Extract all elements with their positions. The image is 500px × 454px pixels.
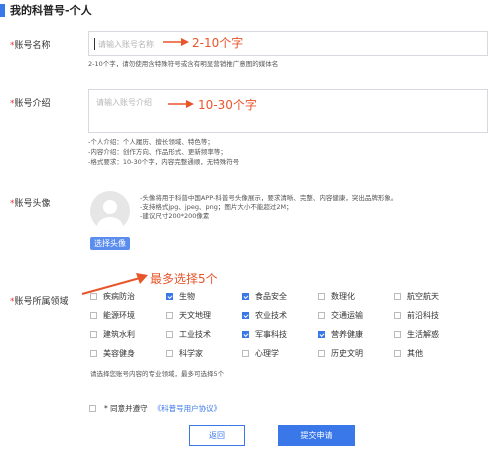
domain-option[interactable]: 交通运输 xyxy=(318,310,363,321)
domain-checkbox[interactable] xyxy=(242,331,249,338)
domain-option-label: 食品安全 xyxy=(255,292,287,301)
agreement-checkbox[interactable] xyxy=(89,405,96,412)
domain-option-label: 军事科技 xyxy=(255,330,287,339)
page-title: 我的科普号-个人 xyxy=(10,4,92,17)
agreement-row: * 同意并遵守 《科普号用户协议》 xyxy=(89,403,221,414)
domain-checkbox[interactable] xyxy=(90,293,97,300)
arrow-icon xyxy=(168,100,194,108)
domain-option-label: 数理化 xyxy=(331,292,355,301)
text-cursor xyxy=(94,38,95,50)
domain-option-label: 交通运输 xyxy=(331,311,363,320)
domain-hint: 请选择您账号内容的专业领域，最多可选择5个 xyxy=(90,370,225,378)
domain-checkbox[interactable] xyxy=(166,312,173,319)
domain-checkbox[interactable] xyxy=(242,293,249,300)
domain-option-label: 心理学 xyxy=(255,349,279,358)
user-agreement-link[interactable]: 《科普号用户协议》 xyxy=(154,403,222,414)
domain-option-label: 工业技术 xyxy=(179,330,211,339)
domain-option-label: 其他 xyxy=(407,349,423,358)
domain-option[interactable]: 前沿科技 xyxy=(394,310,439,321)
domain-option[interactable]: 农业技术 xyxy=(242,310,287,321)
domain-checkbox[interactable] xyxy=(90,350,97,357)
agreement-prefix: * 同意并遵守 xyxy=(104,404,148,413)
domain-checkbox[interactable] xyxy=(318,312,325,319)
domain-checkbox[interactable] xyxy=(242,350,249,357)
domain-option-label: 生活解惑 xyxy=(407,330,439,339)
avatar-label: *账号头像 xyxy=(10,199,51,209)
domain-label: *账号所属领域 xyxy=(10,297,69,307)
account-intro-label: *账号介绍 xyxy=(10,99,51,109)
domain-option-label: 航空航天 xyxy=(407,292,439,301)
domain-option[interactable]: 食品安全 xyxy=(242,291,287,302)
account-name-label: *账号名称 xyxy=(10,41,51,51)
choose-avatar-button[interactable]: 选择头像 xyxy=(90,237,130,250)
avatar-hint-3: -建议尺寸200*200像素 xyxy=(140,212,210,220)
domain-checkbox[interactable] xyxy=(166,293,173,300)
domain-option[interactable]: 历史文明 xyxy=(318,348,363,359)
domain-checkbox[interactable] xyxy=(166,331,173,338)
domain-option[interactable]: 美容健身 xyxy=(90,348,135,359)
domain-annotation: 最多选择5个 xyxy=(150,272,218,286)
domain-option-label: 疾病防治 xyxy=(103,292,135,301)
domain-option[interactable]: 其他 xyxy=(394,348,423,359)
domain-option[interactable]: 天文地理 xyxy=(166,310,211,321)
account-intro-hint-2: -内容介绍：创作方向、作品形式、更新频率等； xyxy=(88,148,227,156)
domain-checkbox[interactable] xyxy=(394,331,401,338)
domain-option-label: 天文地理 xyxy=(179,311,211,320)
title-accent-bar xyxy=(0,4,5,17)
account-name-placeholder: 请输入账号名称 xyxy=(98,40,154,49)
domain-checkbox[interactable] xyxy=(90,331,97,338)
domain-checkbox[interactable] xyxy=(318,350,325,357)
domain-option[interactable]: 能源环境 xyxy=(90,310,135,321)
account-intro-annotation: 10-30个字 xyxy=(198,98,257,112)
domain-option-label: 美容健身 xyxy=(103,349,135,358)
domain-option[interactable]: 航空航天 xyxy=(394,291,439,302)
domain-checkbox[interactable] xyxy=(394,312,401,319)
domain-option[interactable]: 生物 xyxy=(166,291,195,302)
domain-option[interactable]: 疾病防治 xyxy=(90,291,135,302)
account-name-annotation: 2-10个字 xyxy=(192,36,244,50)
domain-option-label: 建筑水利 xyxy=(103,330,135,339)
domain-option[interactable]: 军事科技 xyxy=(242,329,287,340)
arrow-icon xyxy=(163,38,189,46)
domain-option-label: 农业技术 xyxy=(255,311,287,320)
domain-option-label: 前沿科技 xyxy=(407,311,439,320)
domain-option[interactable]: 科学家 xyxy=(166,348,203,359)
domain-option-label: 历史文明 xyxy=(331,349,363,358)
domain-option-label: 生物 xyxy=(179,292,195,301)
domain-checkbox[interactable] xyxy=(394,293,401,300)
account-name-input[interactable]: 请输入账号名称 xyxy=(88,31,488,56)
back-button[interactable]: 返回 xyxy=(189,425,245,446)
domain-option-label: 营养健康 xyxy=(331,330,363,339)
domain-option-label: 能源环境 xyxy=(103,311,135,320)
domain-option[interactable]: 建筑水利 xyxy=(90,329,135,340)
domain-option[interactable]: 生活解惑 xyxy=(394,329,439,340)
account-intro-placeholder: 请输入账号介绍 xyxy=(96,98,152,107)
domain-option-label: 科学家 xyxy=(179,349,203,358)
domain-option[interactable]: 心理学 xyxy=(242,348,279,359)
domain-checkbox[interactable] xyxy=(166,350,173,357)
domain-checkbox[interactable] xyxy=(394,350,401,357)
domain-option[interactable]: 工业技术 xyxy=(166,329,211,340)
user-icon xyxy=(97,200,123,231)
account-intro-hint-3: -格式要求：10-30个字，内容完整通顺，无特殊符号 xyxy=(88,158,240,166)
domain-checkbox[interactable] xyxy=(318,293,325,300)
account-intro-hint-1: -个人介绍：个人履历、擅长领域、特色等； xyxy=(88,138,214,146)
domain-checkbox[interactable] xyxy=(318,331,325,338)
domain-option[interactable]: 营养健康 xyxy=(318,329,363,340)
domain-option[interactable]: 数理化 xyxy=(318,291,355,302)
account-name-hint: 2-10个字，请勿使用含特殊符号或含有明显营销推广意图的媒体名 xyxy=(88,60,279,68)
avatar-placeholder[interactable] xyxy=(90,191,130,231)
account-intro-textarea[interactable]: 请输入账号介绍 xyxy=(88,89,488,133)
domain-checkbox[interactable] xyxy=(242,312,249,319)
domain-checkbox[interactable] xyxy=(90,312,97,319)
submit-button[interactable]: 提交申请 xyxy=(278,425,355,446)
